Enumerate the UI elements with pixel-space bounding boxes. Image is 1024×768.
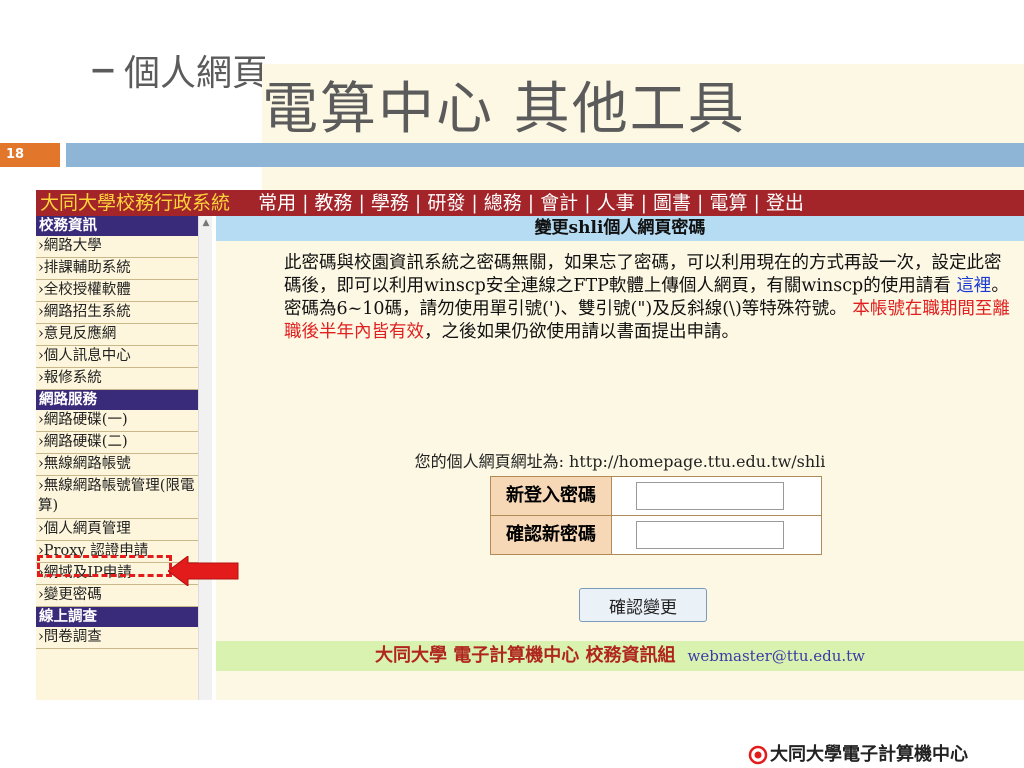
nav-item-research[interactable]: 研發 [427,192,465,214]
sidebar: 校務資訊 ›網路大學 ›排課輔助系統 ›全校授權軟體 ›網路招生系統 ›意見反應… [36,216,212,700]
sidebar-item-questionnaire[interactable]: ›問卷調查 [36,627,212,649]
nav-item-common[interactable]: 常用 [258,192,296,214]
nav-divider: | [527,192,535,214]
sidebar-item-wireless-account[interactable]: ›無線網路帳號 [36,454,212,476]
footer-org: 大同大學 電子計算機中心 校務資訊組 [374,645,676,666]
top-nav-bar: 大同大學校務行政系統 常用 | 教務 | 學務 | 研發 | 總務 | 會計 | 人事 | 圖書 | 電算 | 登出 [36,190,1024,216]
logo-text: 大同大學電子計算機中心 [770,744,968,765]
homepage-url: 您的個人網頁網址為: http://homepage.ttu.edu.tw/sh… [414,452,826,471]
sidebar-item-change-password[interactable]: ›變更密碼 [36,585,212,607]
nav-divider: | [697,192,704,214]
sidebar-section-survey: 線上調查 [36,607,212,627]
nav-divider: | [753,192,760,214]
page-footer: 大同大學 電子計算機中心 校務資訊組 webmaster@ttu.edu.tw [216,641,1024,671]
slide-page-number: 18 [0,143,60,167]
sidebar-item-feedback[interactable]: ›意見反應網 [36,324,212,346]
system-brand: 大同大學校務行政系統 [40,192,231,214]
sidebar-item-net-disk-1[interactable]: ›網路硬碟(一) [36,410,212,432]
sidebar-item-online-university[interactable]: ›網路大學 [36,236,212,258]
left-arrow-icon [168,556,239,586]
new-password-cell [612,477,821,515]
confirm-password-cell [612,516,821,554]
slide-title-sub: 個人網頁 [124,53,269,94]
nav-item-library[interactable]: 圖書 [653,192,691,214]
sidebar-scrollbar[interactable]: ▲ [198,216,213,700]
nav-divider: | [584,192,591,214]
sidebar-item-repair[interactable]: ›報修系統 [36,368,212,390]
nav-divider: | [358,192,365,214]
nav-item-computing[interactable]: 電算 [709,192,747,214]
sidebar-item-wireless-admin[interactable]: ›無線網路帳號管理(限電算) [36,476,212,519]
slide-title-separator: – [90,38,116,98]
sidebar-item-personal-homepage[interactable]: ›個人網頁管理 [36,519,212,541]
nav-item-academic[interactable]: 教務 [314,192,352,214]
scroll-up-icon[interactable]: ▲ [199,216,213,230]
sidebar-item-net-disk-2[interactable]: ›網路硬碟(二) [36,432,212,454]
confirm-change-button[interactable]: 確認變更 [579,588,707,622]
new-password-label: 新登入密碼 [491,477,612,515]
sidebar-item-admissions[interactable]: ›網路招生系統 [36,302,212,324]
nav-item-student-affairs[interactable]: 學務 [371,192,409,214]
top-nav-menu: 常用 | 教務 | 學務 | 研發 | 總務 | 會計 | 人事 | 圖書 | 電算 | 登出 [230,192,804,214]
sidebar-section-campus-info: 校務資訊 [36,216,212,236]
sidebar-item-licensed-software[interactable]: ›全校授權軟體 [36,280,212,302]
nav-item-accounting[interactable]: 會計 [540,192,578,214]
nav-divider: | [302,192,309,214]
nav-item-logout[interactable]: 登出 [766,192,804,214]
nav-item-personnel[interactable]: 人事 [597,192,635,214]
nav-item-general-affairs[interactable]: 總務 [484,192,522,214]
new-password-input[interactable] [636,482,784,510]
nav-divider: | [414,192,422,214]
footer-email-link[interactable]: webmaster@ttu.edu.tw [688,647,866,665]
nav-divider: | [640,192,648,214]
web-screenshot: 大同大學校務行政系統 常用 | 教務 | 學務 | 研發 | 總務 | 會計 | 人事 | 圖書 | 電算 | 登出… [36,190,1024,700]
new-password-row: 新登入密碼 [491,477,821,515]
slide-title: 電算中心 其他工具 – 個人網頁 [82,38,1024,548]
main-panel: 變更shli個人網頁密碼 此密碼與校園資訊系統之密碼無關，如果忘了密碼，可以利用… [216,216,1024,700]
ttu-emblem-icon [748,745,768,765]
password-form: 新登入密碼 確認新密碼 [490,476,822,555]
page-header: 變更shli個人網頁密碼 [216,216,1024,241]
info-text-1: 此密碼與校園資訊系統之密碼無關，如果忘了密碼，可以利用現在的方式再設一次，設定此… [284,253,1002,296]
nav-divider: | [471,192,478,214]
info-paragraph: 此密碼與校園資訊系統之密碼無關，如果忘了密碼，可以利用現在的方式再設一次，設定此… [284,252,1014,344]
confirm-password-input[interactable] [636,521,784,549]
info-text-3: ，之後如果仍欲使用請以書面提出申請。 [424,322,739,342]
ttu-logo: 大同大學電子計算機中心 [748,740,968,765]
highlight-box [37,555,172,577]
sidebar-section-network: 網路服務 [36,390,212,410]
slide-header-bar [66,143,1024,167]
confirm-password-row: 確認新密碼 [491,515,821,554]
sidebar-item-message-center[interactable]: ›個人訊息中心 [36,346,212,368]
winscp-help-link[interactable]: 這裡 [956,276,991,296]
sidebar-item-scheduling[interactable]: ›排課輔助系統 [36,258,212,280]
confirm-password-label: 確認新密碼 [491,516,612,554]
